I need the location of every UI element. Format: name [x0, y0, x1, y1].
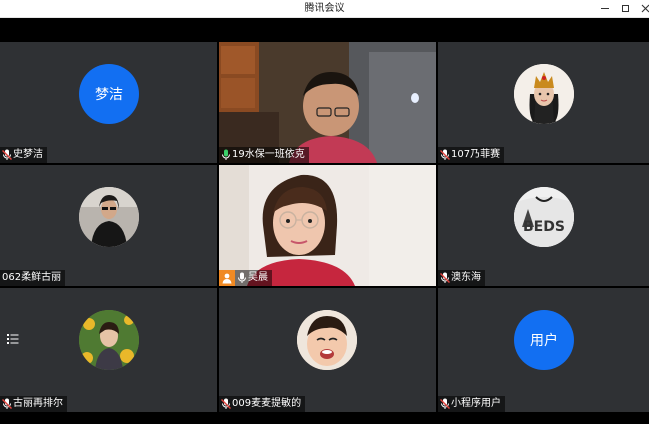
participant-tile[interactable]: BEDS 澳东海: [438, 165, 649, 286]
video-feed: [219, 165, 436, 286]
mic-muted-icon: [2, 149, 12, 161]
title-bar: 腾讯会议: [0, 0, 649, 18]
mic-muted-icon: [2, 398, 12, 410]
participant-tile[interactable]: 009麦麦提敏的: [219, 288, 436, 412]
avatar: [79, 187, 139, 247]
mic-active-icon: [221, 149, 231, 161]
window-title: 腾讯会议: [304, 3, 345, 14]
close-button[interactable]: [634, 0, 649, 17]
video-grid: 梦洁 史梦洁 19水保一班依克 107乃菲赛 062柔鲜古丽 吴晨 BEDS 澳…: [0, 42, 649, 412]
avatar: BEDS: [514, 187, 574, 247]
participant-name: 澳东海: [451, 272, 481, 283]
name-bar: 107乃菲赛: [438, 147, 505, 163]
avatar: 用户: [514, 310, 574, 370]
participant-tile-speaking[interactable]: 19水保一班依克: [219, 42, 436, 163]
name-bar: 小程序用户: [438, 396, 505, 412]
name-bar: 009麦麦提敏的: [219, 396, 306, 412]
name-bar: 19水保一班依克: [219, 147, 309, 163]
mic-muted-icon: [440, 272, 450, 284]
minimize-button[interactable]: [594, 0, 616, 17]
mic-muted-icon: [440, 398, 450, 410]
avatar: [79, 310, 139, 370]
participant-name: 009麦麦提敏的: [232, 398, 302, 409]
participant-name: 19水保一班依克: [232, 149, 305, 160]
avatar: 梦洁: [79, 64, 139, 124]
list-view-button[interactable]: [4, 330, 22, 348]
participant-tile[interactable]: 吴晨: [219, 165, 436, 286]
mic-muted-icon: [440, 149, 450, 161]
list-view-icon: [7, 334, 19, 344]
participant-name: 062柔鲜古丽: [2, 272, 62, 283]
name-bar: 澳东海: [438, 270, 485, 286]
maximize-button[interactable]: [614, 0, 636, 17]
participant-name: 107乃菲赛: [451, 149, 501, 160]
minimize-icon: [601, 8, 609, 9]
participant-name: 吴晨: [248, 272, 268, 283]
name-bar: 吴晨: [219, 270, 272, 286]
name-bar: 史梦洁: [0, 147, 47, 163]
svg-text:BEDS: BEDS: [523, 219, 565, 235]
mic-on-icon: [237, 272, 247, 284]
avatar: [514, 64, 574, 124]
participant-tile[interactable]: 107乃菲赛: [438, 42, 649, 163]
top-band: [0, 18, 649, 42]
maximize-icon: [621, 5, 629, 12]
participant-name: 史梦洁: [13, 149, 43, 160]
participant-tile[interactable]: 梦洁 史梦洁: [0, 42, 217, 163]
video-feed: [219, 42, 436, 163]
name-bar: 062柔鲜古丽: [0, 270, 66, 286]
name-bar: 古丽再排尔: [0, 396, 67, 412]
bottom-band: [0, 412, 649, 424]
participant-name: 小程序用户: [451, 398, 501, 409]
participant-tile[interactable]: 古丽再排尔: [0, 288, 217, 412]
participant-name: 古丽再排尔: [13, 398, 63, 409]
host-badge-icon: [219, 270, 235, 286]
meeting-window: 腾讯会议 梦洁 史梦洁 19水保一班依克 107乃菲赛 062柔鲜古丽 吴晨 B…: [0, 0, 649, 424]
mic-muted-icon: [221, 398, 231, 410]
avatar-text: 用户: [530, 333, 558, 349]
close-icon: [641, 4, 649, 13]
avatar-text: 梦洁: [95, 87, 123, 103]
participant-tile[interactable]: 用户 小程序用户: [438, 288, 649, 412]
participant-tile[interactable]: 062柔鲜古丽: [0, 165, 217, 286]
avatar: [297, 310, 357, 370]
